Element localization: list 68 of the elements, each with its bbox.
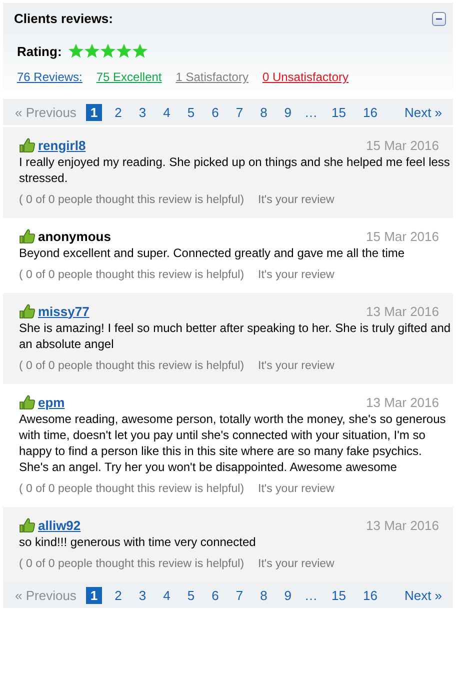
review-date: 13 Mar 2016 bbox=[366, 304, 439, 318]
author-link[interactable]: alliw92 bbox=[38, 518, 81, 532]
review-note: It's your review bbox=[258, 483, 334, 495]
page-link[interactable]: 2 bbox=[110, 104, 126, 120]
page-link[interactable]: 4 bbox=[159, 586, 174, 604]
star-icon bbox=[100, 43, 116, 59]
page-link[interactable]: 4 bbox=[159, 104, 174, 120]
page-link[interactable]: 8 bbox=[256, 586, 272, 604]
review-note: It's your review bbox=[258, 269, 334, 281]
page-link[interactable]: 1 bbox=[86, 104, 102, 120]
page-link[interactable]: 9 bbox=[280, 586, 296, 604]
page-link[interactable]: 3 bbox=[134, 104, 150, 120]
page-link[interactable]: 1 bbox=[86, 586, 102, 604]
page-link[interactable]: 9 bbox=[280, 104, 296, 120]
thumbs-up-icon bbox=[19, 228, 35, 244]
page-link[interactable]: 8 bbox=[256, 104, 272, 120]
summary-link[interactable]: 1 Satisfactory bbox=[176, 70, 248, 84]
page-link[interactable]: 15 bbox=[328, 586, 350, 604]
page-link[interactable]: 5 bbox=[183, 586, 199, 604]
panel-title: Clients reviews: bbox=[14, 11, 113, 26]
review-note: It's your review bbox=[258, 558, 334, 570]
review-text: She is amazing! I feel so much better after speaking to her. She is truly gifted and an absolute angel bbox=[19, 320, 451, 352]
helpful-count: ( 0 of 0 people thought this review is helpful) bbox=[19, 360, 244, 372]
star-icon bbox=[84, 43, 100, 59]
page-link[interactable]: 6 bbox=[208, 104, 223, 120]
page-ellipsis: … bbox=[304, 588, 318, 602]
star-icon bbox=[116, 43, 132, 59]
author-name: anonymous bbox=[38, 228, 111, 244]
page-ellipsis: … bbox=[304, 104, 318, 120]
page-link[interactable]: 3 bbox=[134, 586, 150, 604]
review-date: 15 Mar 2016 bbox=[366, 138, 439, 152]
review-note: It's your review bbox=[258, 360, 334, 372]
review-date: 15 Mar 2016 bbox=[366, 228, 439, 244]
next-link[interactable]: Next » bbox=[404, 588, 442, 602]
page-link[interactable]: 15 bbox=[328, 104, 350, 120]
helpful-count: ( 0 of 0 people thought this review is helpful) bbox=[19, 194, 244, 206]
next-link[interactable]: Next » bbox=[404, 104, 442, 120]
page-link[interactable]: 5 bbox=[183, 104, 199, 120]
summary-link[interactable]: 75 Excellent bbox=[96, 70, 162, 84]
star-icon bbox=[132, 43, 148, 59]
star-icon bbox=[68, 43, 84, 59]
author-link[interactable]: epm bbox=[38, 394, 65, 410]
review-date: 13 Mar 2016 bbox=[366, 394, 439, 410]
helpful-count: ( 0 of 0 people thought this review is helpful) bbox=[19, 483, 244, 495]
review-text: Beyond excellent and super. Connected greatly and gave me all the time bbox=[19, 245, 406, 261]
page-link[interactable]: 7 bbox=[232, 586, 248, 604]
review-date: 13 Mar 2016 bbox=[366, 518, 439, 532]
summary-link[interactable]: 0 Unsatisfactory bbox=[262, 70, 348, 84]
thumbs-up-icon bbox=[19, 137, 35, 153]
review-note: It's your review bbox=[258, 194, 334, 206]
page-link[interactable]: 2 bbox=[110, 586, 126, 604]
thumbs-up-icon bbox=[19, 394, 35, 410]
thumbs-up-icon bbox=[19, 517, 35, 533]
review-text: I really enjoyed my reading. She picked up on things and she helped me feel less stressed. bbox=[19, 154, 451, 186]
page-link[interactable]: 16 bbox=[359, 104, 382, 120]
review-text: Awesome reading, awesome person, totally worth the money, she's so generous with time, doesn't let you pay until she's connected with your situation, I'm so happy to find a person like this in this site where are so many fake psychics. She's an angel. Try her you won't be disappointed. Awesome awesome bbox=[19, 411, 447, 475]
rating-label: Rating: bbox=[17, 44, 62, 58]
summary-link[interactable]: 76 Reviews: bbox=[17, 70, 82, 84]
helpful-count: ( 0 of 0 people thought this review is helpful) bbox=[19, 558, 244, 570]
author-link[interactable]: rengirl8 bbox=[38, 138, 86, 152]
page-link[interactable]: 6 bbox=[208, 586, 223, 604]
page-link[interactable]: 7 bbox=[232, 104, 248, 120]
thumbs-up-icon bbox=[19, 303, 35, 319]
helpful-count: ( 0 of 0 people thought this review is helpful) bbox=[19, 269, 244, 281]
author-link[interactable]: missy77 bbox=[38, 304, 90, 318]
collapse-button[interactable]: − bbox=[432, 12, 446, 26]
page-link[interactable]: 16 bbox=[359, 586, 382, 604]
review-text: so kind!!! generous with time very connected bbox=[19, 534, 257, 550]
